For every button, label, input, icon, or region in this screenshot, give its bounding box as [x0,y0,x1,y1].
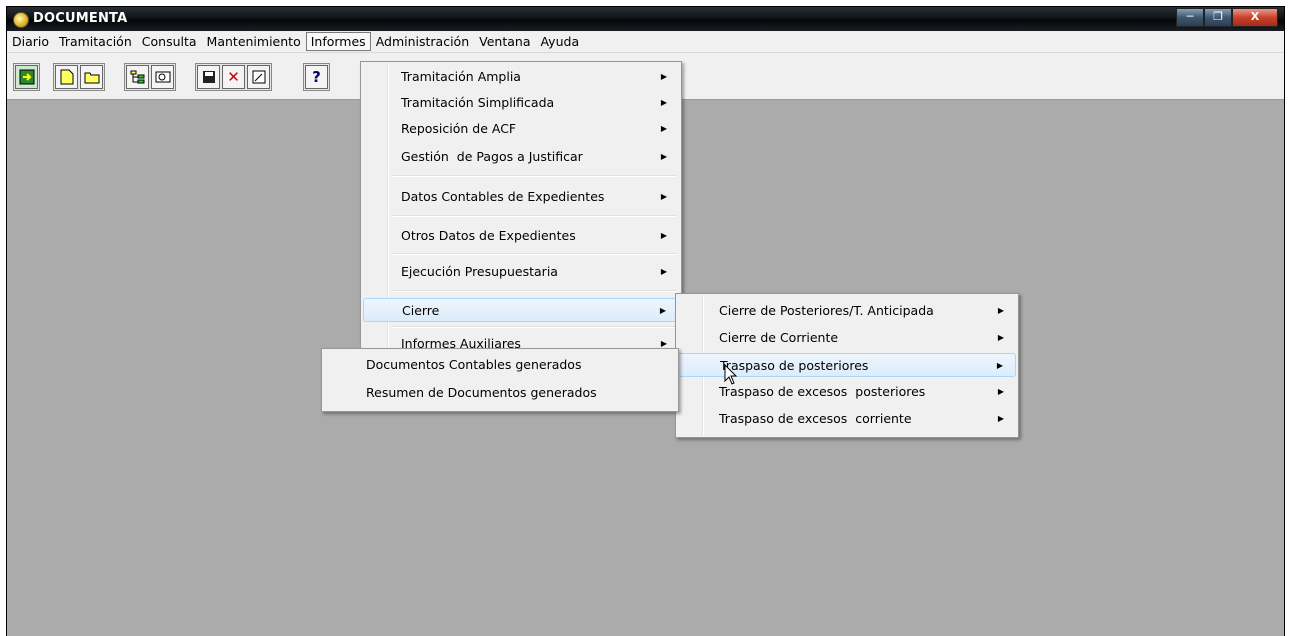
app-logo-icon [13,12,29,28]
menu-bar: Diario Tramitación Consulta Mantenimient… [7,31,1284,53]
menu-item-reposicion-acf[interactable]: Reposición de ACF ▶ [363,117,679,141]
menu-separator [391,175,677,177]
submenu-arrow-icon: ▶ [659,306,666,315]
submenu-arrow-icon: ▶ [660,124,667,133]
menu-item-resumen-documentos-generados[interactable]: Resumen de Documentos generados [324,381,676,405]
menu-separator [391,253,677,255]
toolbar-group-view [124,63,176,91]
toolbar-group-file [53,63,105,91]
title-bar[interactable]: DOCUMENTA ─ ❐ X [7,7,1284,31]
minimize-button[interactable]: ─ [1176,8,1204,27]
window-title: DOCUMENTA [33,11,128,26]
menu-item-datos-contables[interactable]: Datos Contables de Expedientes ▶ [363,185,679,209]
submenu-arrow-icon: ▶ [997,414,1004,423]
submenu-arrow-icon: ▶ [660,72,667,81]
menu-administracion[interactable]: Administración [371,32,474,51]
menu-separator [391,326,677,328]
menu-informes[interactable]: Informes [305,32,371,51]
search-view-icon[interactable] [151,65,174,89]
menu-separator [391,290,677,292]
close-button[interactable]: X [1232,8,1278,27]
toolbar-group-edit: ✕ [195,63,272,91]
menu-item-otros-datos[interactable]: Otros Datos de Expedientes ▶ [363,224,679,248]
menu-item-gestion-pagos[interactable]: Gestión de Pagos a Justificar ▶ [363,145,679,169]
toolbar-group-help: ? [303,63,330,91]
tree-view-icon[interactable] [126,65,149,89]
edit-icon[interactable] [247,65,270,89]
help-icon[interactable]: ? [305,65,328,89]
submenu-arrow-icon: ▶ [660,152,667,161]
submenu-arrow-icon: ▶ [660,267,667,276]
traspaso-submenu: Documentos Contables generados Resumen d… [321,348,679,412]
menu-item-cierre-corriente[interactable]: Cierre de Corriente ▶ [678,326,1016,350]
submenu-arrow-icon: ▶ [996,361,1003,370]
save-icon[interactable] [197,65,220,89]
menu-diario[interactable]: Diario [7,32,54,51]
submenu-arrow-icon: ▶ [997,333,1004,342]
restore-button[interactable]: ❐ [1204,8,1232,27]
open-folder-icon[interactable] [80,65,103,89]
menu-item-tramitacion-simplificada[interactable]: Tramitación Simplificada ▶ [363,91,679,115]
menu-item-documentos-contables-generados[interactable]: Documentos Contables generados [324,353,676,377]
menu-ayuda[interactable]: Ayuda [535,32,584,51]
menu-item-cierre[interactable]: Cierre ▶ [363,298,679,322]
menu-ventana[interactable]: Ventana [474,32,535,51]
menu-item-traspaso-excesos-corriente[interactable]: Traspaso de excesos corriente ▶ [678,407,1016,431]
menu-tramitacion[interactable]: Tramitación [54,32,137,51]
mouse-cursor-icon [724,364,738,385]
submenu-arrow-icon: ▶ [997,387,1004,396]
menu-item-ejecucion-presupuestaria[interactable]: Ejecución Presupuestaria ▶ [363,260,679,284]
exit-icon[interactable] [15,65,38,89]
delete-icon[interactable]: ✕ [222,65,245,89]
menu-mantenimiento[interactable]: Mantenimiento [202,32,306,51]
submenu-arrow-icon: ▶ [660,98,667,107]
toolbar-group-exit [13,63,40,91]
submenu-arrow-icon: ▶ [660,192,667,201]
informes-menu: Tramitación Amplia ▶ Tramitación Simplifi… [360,61,682,351]
menu-consulta[interactable]: Consulta [137,32,202,51]
new-document-icon[interactable] [55,65,78,89]
menu-separator [391,215,677,217]
menu-item-tramitacion-amplia[interactable]: Tramitación Amplia ▶ [363,65,679,89]
menu-item-cierre-posteriores[interactable]: Cierre de Posteriores/T. Anticipada ▶ [678,299,1016,323]
submenu-arrow-icon: ▶ [997,306,1004,315]
submenu-arrow-icon: ▶ [660,231,667,240]
